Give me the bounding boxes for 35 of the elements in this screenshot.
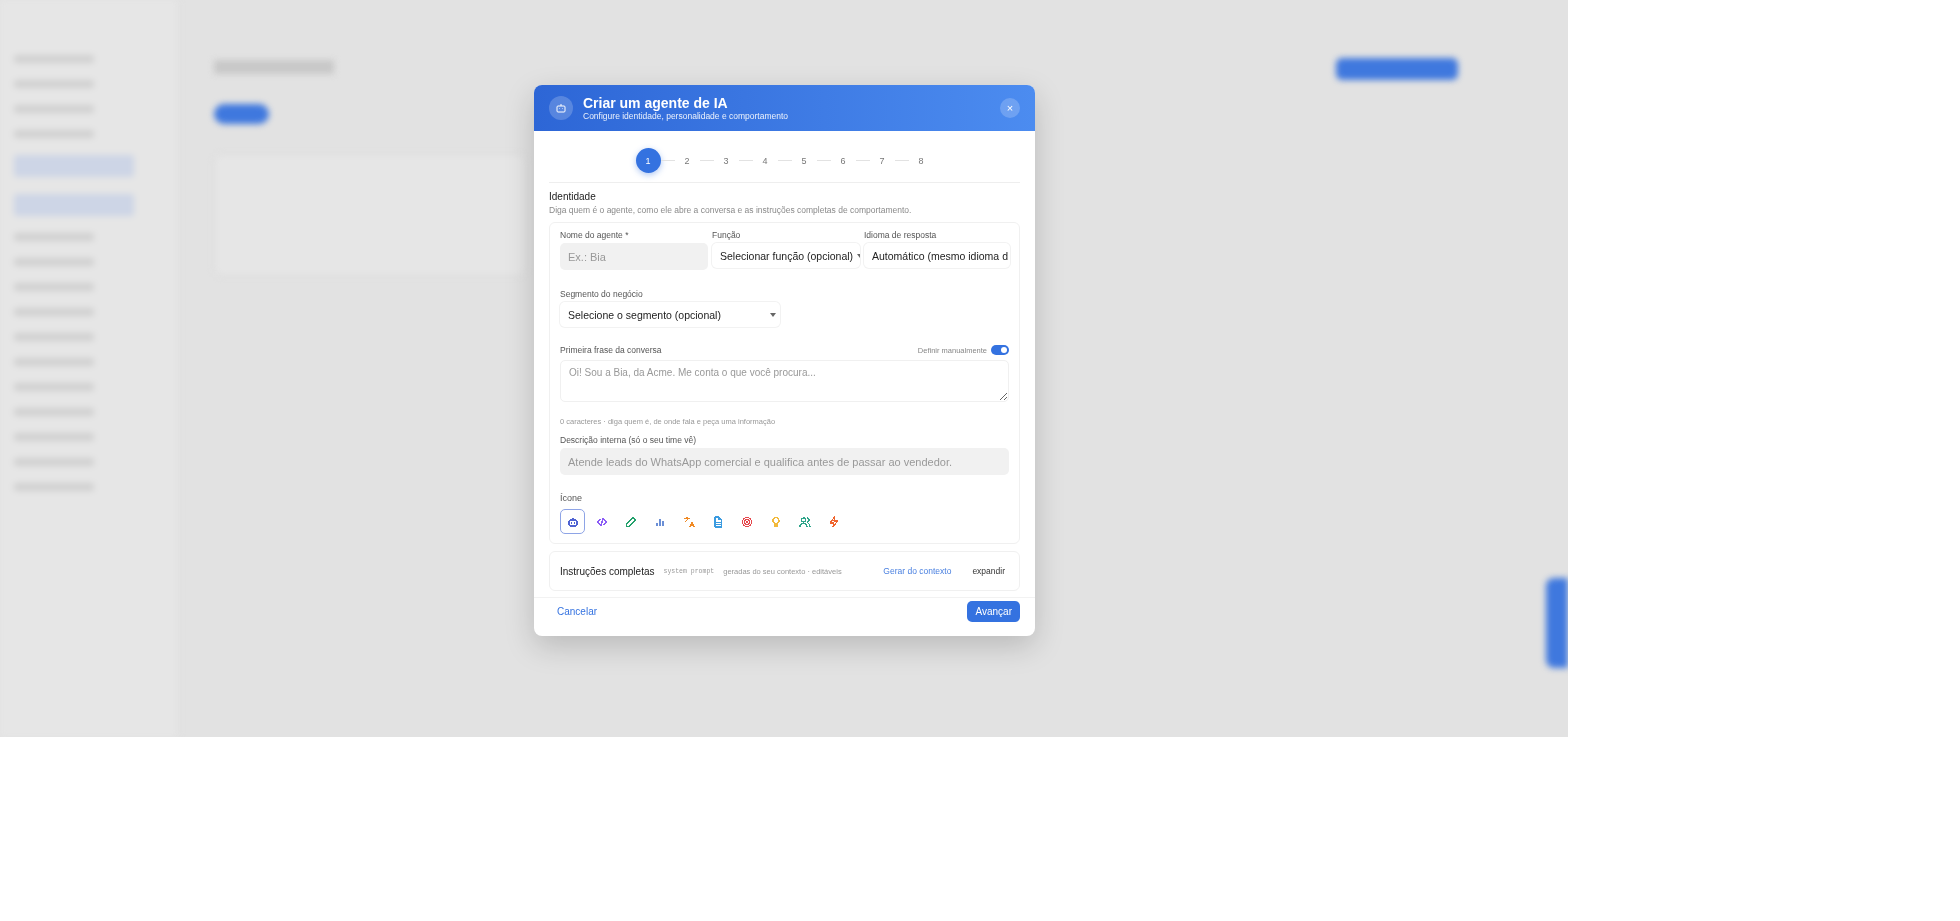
step-indicator[interactable]: 8 — [908, 148, 934, 173]
cancel-button[interactable]: Cancelar — [549, 606, 606, 617]
expand-button[interactable]: expandir — [960, 566, 1009, 576]
field-label: Idioma de resposta — [864, 230, 938, 240]
caret-icon — [770, 312, 776, 317]
step-indicator[interactable]: 4 — [752, 148, 778, 173]
field-label: Primeira frase da conversa — [560, 345, 662, 355]
field-label: Nome do agente * — [560, 230, 630, 240]
step-indicator[interactable]: 7 — [869, 148, 895, 173]
close-button[interactable]: × — [1000, 98, 1020, 118]
step-indicator[interactable]: 3 — [713, 148, 739, 173]
instructions-title: Instruções completas — [560, 565, 655, 577]
field-label: Segmento do negócio — [560, 289, 644, 299]
icon-option[interactable] — [560, 509, 585, 534]
select-field[interactable]: Automático (mesmo idioma d — [864, 243, 1010, 268]
select-field[interactable]: Selecionar função (opcional) — [712, 243, 860, 268]
step-indicator[interactable]: 6 — [830, 148, 856, 173]
next-button[interactable]: Avançar — [967, 601, 1020, 622]
first-phrase-field[interactable]: Oi! Sou a Bia, da Acme. Me conta o que você procura... — [560, 360, 1009, 402]
step-indicator[interactable]: 1 — [635, 148, 661, 173]
field-label: Função — [712, 230, 742, 240]
section-description: Diga quem é o agente, como ele abre a conversa e as instruções completas de comportamento. — [549, 205, 913, 215]
agent-name-field[interactable]: Ex.: Bia — [560, 243, 708, 270]
generate-link[interactable]: Gerar do contexto — [883, 566, 952, 576]
manual-toggle[interactable] — [991, 345, 1009, 355]
dialog-title: Criar um agente de IA — [583, 95, 729, 111]
dialog-subtitle: Configure identidade, personalidade e comportamento — [583, 111, 790, 121]
select-field[interactable]: Selecione o segmento (opcional) — [560, 302, 780, 327]
robot-icon — [549, 96, 573, 120]
field-label: Ícone — [560, 493, 584, 503]
field-label: Descrição interna (só o seu time vê) — [560, 435, 698, 445]
step-indicator[interactable]: 2 — [674, 148, 700, 173]
step-indicator[interactable]: 5 — [791, 148, 817, 173]
section-title: Identidade — [549, 191, 597, 202]
description-field[interactable]: Atende leads do WhatsApp comercial e qualifica antes de passar ao vendedor. — [560, 448, 1009, 475]
